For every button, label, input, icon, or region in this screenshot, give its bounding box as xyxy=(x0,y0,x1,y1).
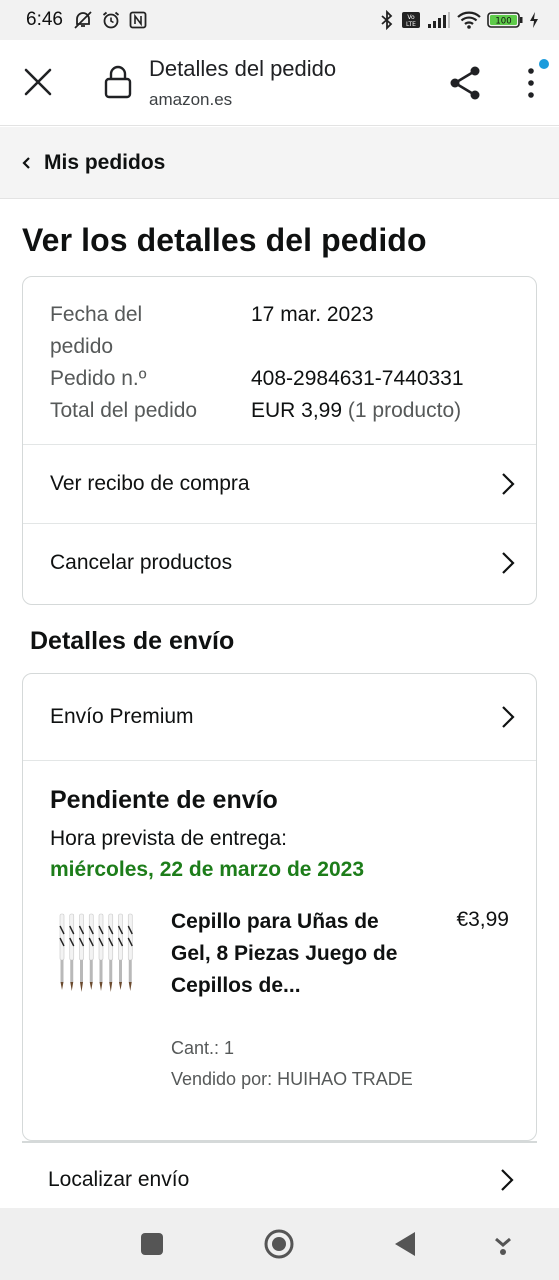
shipping-method-label: Envío Premium xyxy=(50,705,194,728)
svg-text:Vo: Vo xyxy=(407,14,415,21)
order-number-row: Pedido n.º 408-2984631-7440331 xyxy=(50,363,464,395)
order-total-count: (1 producto) xyxy=(347,399,462,422)
order-total-amount: EUR 3,99 xyxy=(251,399,343,422)
order-date-label: Fecha del pedido xyxy=(50,303,143,358)
svg-text:LTE: LTE xyxy=(406,21,416,28)
shipping-status: Pendiente de envío xyxy=(50,786,278,814)
mute-icon xyxy=(73,10,93,30)
brush-mark xyxy=(69,913,75,991)
brush-mark xyxy=(117,913,124,990)
brush-mark xyxy=(108,913,114,992)
share-icon[interactable] xyxy=(446,64,484,102)
brush-mark xyxy=(88,913,94,990)
cancel-products-label: Cancelar productos xyxy=(50,551,233,574)
shipping-section-title: Detalles de envío xyxy=(30,627,235,655)
brush-mark xyxy=(127,913,133,991)
signal-icon xyxy=(427,11,451,29)
back-triangle-icon[interactable] xyxy=(390,1228,422,1260)
square-icon[interactable] xyxy=(136,1228,168,1260)
order-number-label: Pedido n.º xyxy=(50,367,147,390)
track-shipment-link[interactable]: Localizar envío xyxy=(0,1143,559,1207)
bluetooth-icon xyxy=(379,10,395,30)
chevron-right-icon xyxy=(499,1167,515,1193)
order-total-label: Total del pedido xyxy=(50,399,198,422)
lock-icon[interactable] xyxy=(103,64,133,100)
order-date-value: 17 mar. 2023 xyxy=(251,303,374,326)
chevron-right-icon xyxy=(500,704,516,730)
shipping-method-link[interactable]: Envío Premium xyxy=(23,674,536,760)
product-image[interactable] xyxy=(56,912,142,996)
view-receipt-link[interactable]: Ver recibo de compra xyxy=(23,445,536,523)
status-bar: 6:46 Vo LTE 100 xyxy=(0,0,559,40)
chevron-left-icon xyxy=(20,155,34,171)
chevron-right-icon xyxy=(500,550,516,576)
order-number-value: 408-2984631-7440331 xyxy=(251,367,464,390)
page-title: Ver los detalles del pedido xyxy=(22,222,427,258)
product-price: €3,99 xyxy=(456,908,509,931)
more-vert-icon[interactable] xyxy=(518,62,544,104)
breadcrumb[interactable]: Mis pedidos xyxy=(0,127,559,199)
alarm-icon xyxy=(101,10,121,30)
divider xyxy=(23,760,536,761)
battery-icon: 100 xyxy=(487,11,523,29)
browser-toolbar: Detalles del pedido amazon.es xyxy=(0,40,559,126)
status-time: 6:46 xyxy=(26,9,63,30)
eta-label: Hora prevista de entrega: xyxy=(50,827,287,850)
nfc-icon xyxy=(129,11,147,29)
order-total-row: Total del pedido EUR 3,99 (1 producto) xyxy=(50,395,461,427)
brush-mark xyxy=(98,913,104,991)
notification-dot xyxy=(539,59,549,69)
browser-title: Detalles del pedido xyxy=(149,56,337,81)
cancel-products-link[interactable]: Cancelar productos xyxy=(23,524,536,602)
home-circle-icon[interactable] xyxy=(263,1228,295,1260)
view-receipt-label: Ver recibo de compra xyxy=(50,472,250,495)
order-summary: Fecha del pedido 17 mar. 2023 Pedido n.º… xyxy=(50,299,464,427)
volte-icon: Vo LTE xyxy=(401,11,421,29)
brush-mark xyxy=(78,913,85,992)
breadcrumb-label[interactable]: Mis pedidos xyxy=(44,151,165,175)
system-nav-bar xyxy=(0,1208,559,1280)
order-summary-card: Fecha del pedido 17 mar. 2023 Pedido n.º… xyxy=(22,276,537,605)
track-shipment-label: Localizar envío xyxy=(48,1168,190,1191)
shipping-card: Envío Premium Pendiente de envío Hora pr… xyxy=(22,673,537,1141)
charging-icon xyxy=(529,11,539,29)
down-arrow-icon[interactable] xyxy=(487,1228,519,1260)
product-name[interactable]: Cepillo para Uñas de Gel, 8 Piezas Juego… xyxy=(171,906,401,1002)
brush-mark xyxy=(59,913,65,990)
eta-date: miércoles, 22 de marzo de 2023 xyxy=(50,858,365,881)
chevron-right-icon xyxy=(500,471,516,497)
browser-url[interactable]: amazon.es xyxy=(149,90,232,110)
product-quantity: Cant.: 1 xyxy=(171,1038,235,1058)
order-total-value: EUR 3,99 (1 producto) xyxy=(251,395,461,427)
battery-level: 100 xyxy=(495,17,511,27)
close-icon[interactable] xyxy=(20,64,56,100)
wifi-icon xyxy=(457,11,481,29)
order-date-row: Fecha del pedido 17 mar. 2023 xyxy=(50,299,374,363)
product-seller: Vendido por: HUIHAO TRADE xyxy=(171,1069,413,1089)
